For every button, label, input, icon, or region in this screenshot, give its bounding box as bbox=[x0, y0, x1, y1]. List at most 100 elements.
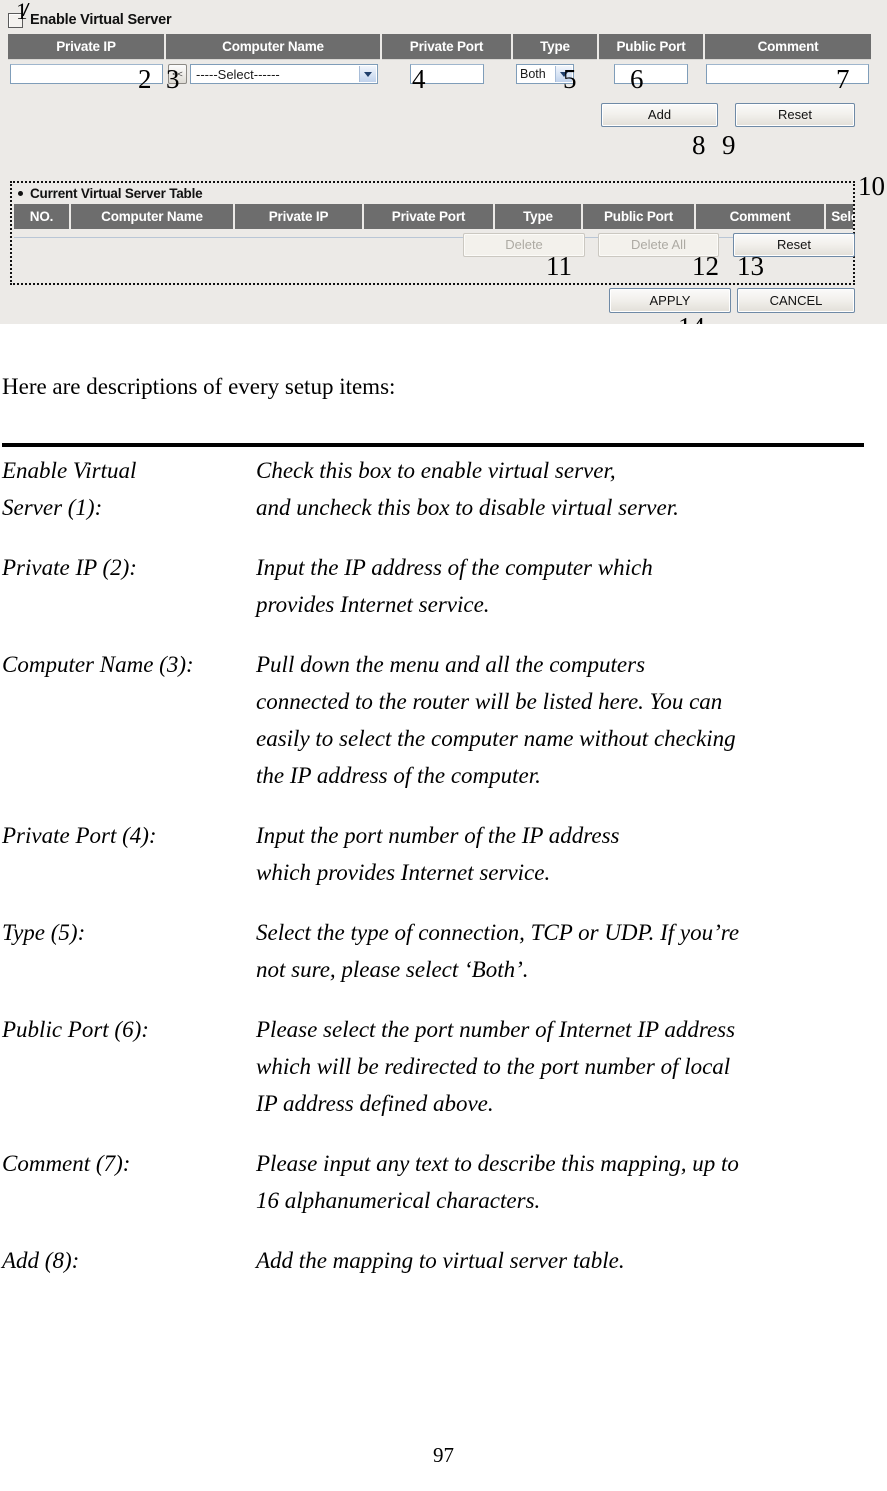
body-line: Please select the port number of Interne… bbox=[256, 1017, 736, 1042]
reset-entry-button[interactable]: Reset bbox=[735, 103, 855, 127]
term-line: Public Port (6): bbox=[2, 1017, 149, 1042]
description-term: Comment (7): bbox=[2, 1145, 256, 1182]
current-table-empty-row bbox=[14, 229, 853, 238]
body-line: Add the mapping to virtual server table. bbox=[256, 1248, 625, 1273]
add-button[interactable]: Add bbox=[601, 103, 718, 127]
callout-9: 9 bbox=[722, 130, 736, 160]
body-line: connected to the router will be listed h… bbox=[256, 689, 723, 714]
description-term: Public Port (6): bbox=[2, 1011, 256, 1048]
term-line: Server (1): bbox=[2, 495, 103, 520]
body-line: Select the type of connection, TCP or UD… bbox=[256, 920, 740, 945]
header-computer-name: Computer Name bbox=[165, 34, 382, 60]
header-public-port: Public Port bbox=[598, 34, 705, 60]
header-computer-name: Computer Name bbox=[70, 204, 235, 229]
body-line: which provides Internet service. bbox=[256, 860, 551, 885]
current-table-header-row: NO. Computer Name Private IP Private Por… bbox=[14, 204, 853, 229]
callout-3: 3 bbox=[166, 64, 180, 94]
description-item-private-port: Private Port (4): Input the port number … bbox=[2, 817, 882, 891]
cell-computer-name: << -----Select------ bbox=[165, 59, 381, 88]
callout-2: 2 bbox=[138, 64, 152, 94]
callout-1: 1 bbox=[16, 0, 28, 24]
body-line: Please input any text to describe this m… bbox=[256, 1151, 739, 1176]
intro-text: Here are descriptions of every setup ite… bbox=[2, 374, 396, 399]
header-private-port: Private Port bbox=[381, 34, 513, 60]
description-body: Please input any text to describe this m… bbox=[256, 1145, 882, 1219]
cell-public-port bbox=[598, 59, 704, 88]
term-line: Add (8): bbox=[2, 1248, 80, 1273]
callout-11: 11 bbox=[546, 251, 572, 281]
description-term: Private IP (2): bbox=[2, 549, 256, 586]
body-line: provides Internet service. bbox=[256, 592, 490, 617]
description-body: Pull down the menu and all the computers… bbox=[256, 646, 882, 794]
term-line: Private Port (4): bbox=[2, 823, 157, 848]
header-private-ip: Private IP bbox=[234, 204, 364, 229]
callout-7: 7 bbox=[836, 64, 850, 94]
header-comment: Comment bbox=[704, 34, 871, 60]
page-number: 97 bbox=[433, 1443, 454, 1467]
current-virtual-server-group: Current Virtual Server Table NO. Compute… bbox=[10, 181, 855, 285]
public-port-input[interactable] bbox=[614, 64, 688, 84]
description-body: Input the port number of the IP address … bbox=[256, 817, 882, 891]
cell-private-port bbox=[381, 59, 512, 88]
cancel-button[interactable]: CANCEL bbox=[737, 288, 855, 313]
header-private-port: Private Port bbox=[363, 204, 495, 229]
type-select-value: Both bbox=[520, 67, 546, 81]
callout-5: 5 bbox=[563, 64, 577, 94]
body-line: Pull down the menu and all the computers bbox=[256, 652, 646, 677]
header-private-ip: Private IP bbox=[8, 34, 166, 60]
description-term: Computer Name (3): bbox=[2, 646, 256, 683]
description-item-public-port: Public Port (6): Please select the port … bbox=[2, 1011, 882, 1122]
current-virtual-server-table: NO. Computer Name Private IP Private Por… bbox=[14, 204, 853, 238]
chevron-down-icon[interactable] bbox=[359, 66, 376, 82]
description-body: Add the mapping to virtual server table. bbox=[256, 1242, 882, 1279]
header-no: NO. bbox=[14, 204, 71, 229]
description-body: Input the IP address of the computer whi… bbox=[256, 549, 882, 623]
description-item-add: Add (8): Add the mapping to virtual serv… bbox=[2, 1242, 882, 1279]
description-term: Add (8): bbox=[2, 1242, 256, 1279]
header-select: Select bbox=[825, 204, 853, 229]
body-line: Check this box to enable virtual server, bbox=[256, 458, 616, 483]
description-list: Enable Virtual Server (1): Check this bo… bbox=[2, 452, 882, 1302]
description-item-computer-name: Computer Name (3): Pull down the menu an… bbox=[2, 646, 882, 794]
bullet-icon bbox=[18, 191, 23, 196]
body-line: which will be redirected to the port num… bbox=[256, 1054, 731, 1079]
body-line: the IP address of the computer. bbox=[256, 763, 541, 788]
term-line: Computer Name (3): bbox=[2, 652, 194, 677]
cell-type: Both bbox=[512, 59, 598, 88]
description-item-type: Type (5): Select the type of connection,… bbox=[2, 914, 882, 988]
description-item-private-ip: Private IP (2): Input the IP address of … bbox=[2, 549, 882, 623]
term-line: Enable Virtual bbox=[2, 458, 137, 483]
description-body: Check this box to enable virtual server,… bbox=[256, 452, 882, 526]
current-table-empty-cell bbox=[14, 229, 853, 238]
current-table-title-text: Current Virtual Server Table bbox=[30, 186, 203, 201]
callout-4: 4 bbox=[412, 64, 426, 94]
body-line: Input the port number of the IP address bbox=[256, 823, 620, 848]
computer-name-select-value: -----Select------ bbox=[196, 66, 280, 82]
description-term: Private Port (4): bbox=[2, 817, 256, 854]
router-config-panel: Enable Virtual Server Private IP Compute… bbox=[0, 0, 887, 324]
table-header-row: Private IP Computer Name Private Port Ty… bbox=[8, 34, 871, 60]
horizontal-rule bbox=[2, 443, 864, 447]
current-table-title: Current Virtual Server Table bbox=[18, 186, 203, 201]
apply-button[interactable]: APPLY bbox=[609, 288, 731, 313]
header-comment: Comment bbox=[695, 204, 826, 229]
callout-12: 12 bbox=[692, 251, 719, 281]
description-term: Type (5): bbox=[2, 914, 256, 951]
description-body: Please select the port number of Interne… bbox=[256, 1011, 882, 1122]
term-line: Comment (7): bbox=[2, 1151, 131, 1176]
header-public-port: Public Port bbox=[582, 204, 696, 229]
term-line: Type (5): bbox=[2, 920, 86, 945]
body-line: and uncheck this box to disable virtual … bbox=[256, 495, 679, 520]
body-line: easily to select the computer name witho… bbox=[256, 726, 736, 751]
callout-8: 8 bbox=[692, 130, 706, 160]
header-type: Type bbox=[494, 204, 583, 229]
callout-6: 6 bbox=[630, 64, 644, 94]
description-body: Select the type of connection, TCP or UD… bbox=[256, 914, 882, 988]
callout-13: 13 bbox=[737, 251, 764, 281]
body-line: 16 alphanumerical characters. bbox=[256, 1188, 541, 1213]
callout-14: 14 bbox=[678, 314, 705, 325]
body-line: Input the IP address of the computer whi… bbox=[256, 555, 653, 580]
description-term: Enable Virtual Server (1): bbox=[2, 452, 256, 526]
computer-name-select[interactable]: -----Select------ bbox=[190, 64, 378, 84]
enable-virtual-server-label: Enable Virtual Server bbox=[30, 12, 172, 28]
